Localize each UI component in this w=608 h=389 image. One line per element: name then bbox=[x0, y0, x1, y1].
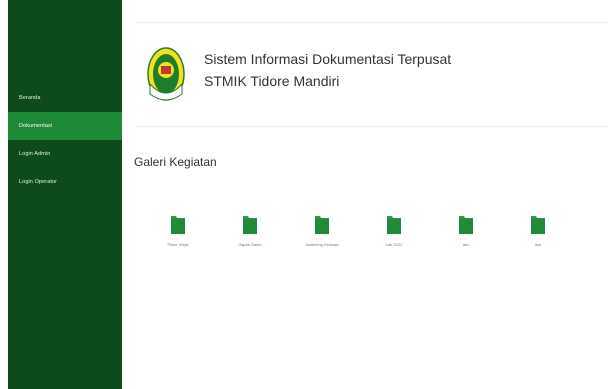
folder-icon bbox=[243, 216, 257, 234]
sidebar-item-login-admin[interactable]: Login Admin bbox=[8, 140, 122, 168]
folder-label: Ploce Vidya bbox=[167, 242, 189, 247]
folder-label: Gathering Kemase bbox=[305, 242, 339, 247]
folder-icon bbox=[459, 216, 473, 234]
header-titles: Sistem Informasi Dokumentasi Terpusat ST… bbox=[204, 48, 451, 92]
app-title: Sistem Informasi Dokumentasi Terpusat bbox=[204, 51, 452, 67]
folder-icon bbox=[315, 216, 329, 234]
folder-icon bbox=[531, 216, 545, 234]
gallery-title: Galeri Kegiatan bbox=[134, 155, 217, 169]
top-divider bbox=[136, 22, 608, 23]
stmik-logo bbox=[147, 47, 185, 101]
gallery-folder[interactable]: abc bbox=[430, 214, 502, 247]
page-header: Sistem Informasi Dokumentasi Terpusat ST… bbox=[146, 44, 451, 104]
folder-label: abc bbox=[462, 242, 470, 247]
folder-label: Lab 2022 bbox=[385, 242, 403, 247]
folder-label: ikm bbox=[534, 242, 542, 247]
gallery-folder[interactable]: Ploce Vidya bbox=[142, 214, 214, 247]
sidebar-item-dokumentasi[interactable]: Dokumentasi bbox=[8, 112, 122, 140]
folder-icon bbox=[387, 216, 401, 234]
gallery-folder[interactable]: Ospek Galen bbox=[214, 214, 286, 247]
sidebar: Beranda Dokumentasi Login Admin Login Op… bbox=[8, 0, 122, 389]
header-divider bbox=[136, 126, 608, 127]
main-content: Sistem Informasi Dokumentasi Terpusat ST… bbox=[122, 0, 608, 389]
sidebar-nav: Beranda Dokumentasi Login Admin Login Op… bbox=[8, 84, 122, 196]
gallery-folder[interactable]: Gathering Kemase bbox=[286, 214, 358, 247]
gallery-folders: Ploce Vidya Ospek Galen Gathering Kemase… bbox=[142, 214, 574, 247]
folder-icon bbox=[171, 216, 185, 234]
gallery-folder[interactable]: Lab 2022 bbox=[358, 214, 430, 247]
institution-name: STMIK Tidore Mandiri bbox=[204, 73, 340, 89]
sidebar-item-login-operator[interactable]: Login Operator bbox=[8, 168, 122, 196]
sidebar-item-beranda[interactable]: Beranda bbox=[8, 84, 122, 112]
gallery-folder[interactable]: ikm bbox=[502, 214, 574, 247]
folder-label: Ospek Galen bbox=[238, 242, 262, 247]
